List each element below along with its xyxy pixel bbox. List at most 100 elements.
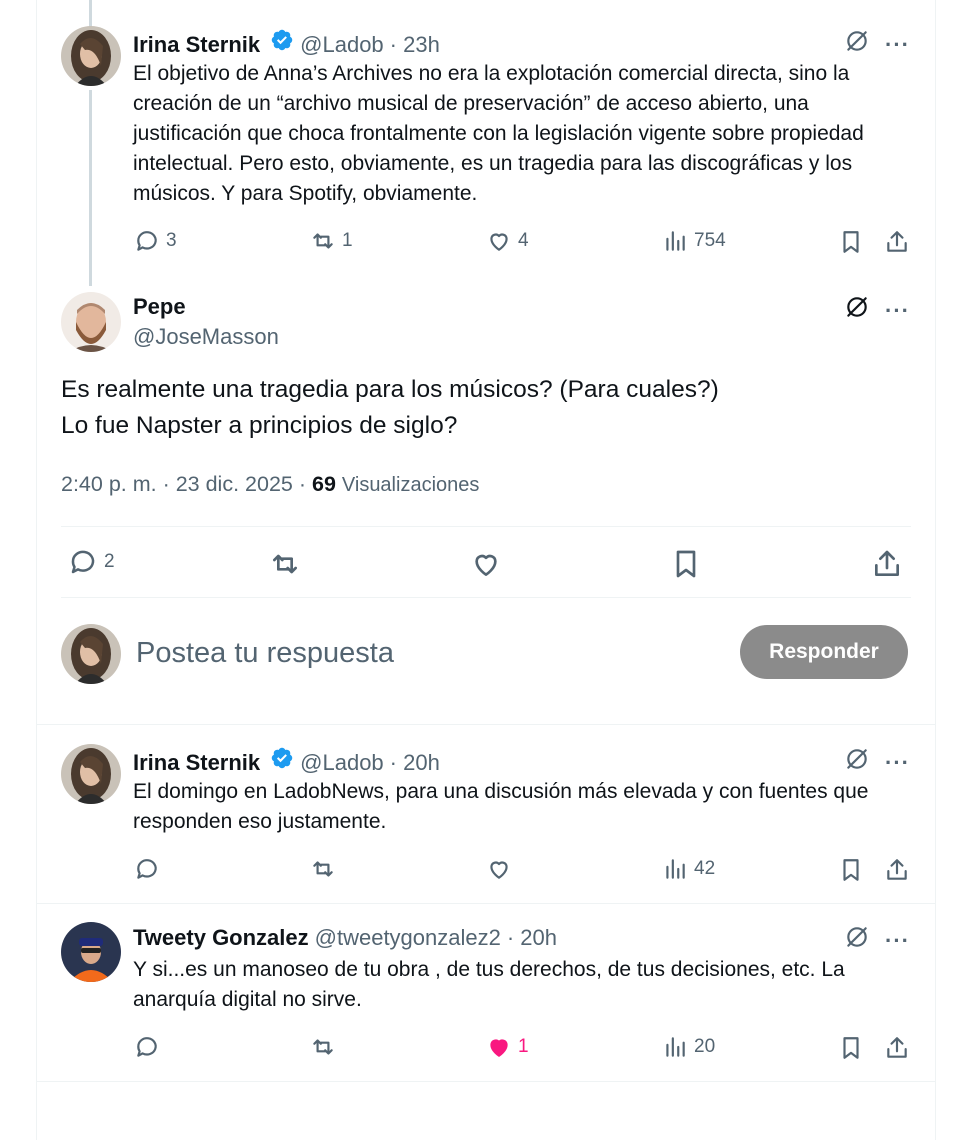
tweet-header: Irina Sternik @Ladob · 23h [133,28,440,58]
avatar[interactable] [61,292,121,352]
author-name[interactable]: Tweety Gonzalez [133,925,309,951]
reply-button[interactable] [134,856,166,882]
bookmark-icon [843,231,859,253]
tweet-time[interactable]: · 20h [390,750,440,776]
share-icon [887,1037,907,1058]
repost-icon [273,554,297,574]
thread-line [89,90,92,286]
more-options-icon[interactable]: ··· [885,34,910,56]
repost-button[interactable] [268,547,302,581]
divider [36,903,936,904]
bookmark-button[interactable] [837,1034,865,1062]
reply-icon [137,1037,157,1057]
like-count: 1 [518,1036,529,1057]
bookmark-button[interactable] [837,228,865,256]
like-button[interactable] [469,547,503,581]
reply-input[interactable] [136,630,716,676]
heart-icon [490,861,508,879]
like-button[interactable]: 1 [486,1034,529,1060]
views-icon [666,231,685,251]
views-count: 754 [694,230,726,251]
thread-line [89,0,92,28]
reply-button[interactable]: 3 [134,228,177,254]
bookmark-button[interactable] [669,547,703,581]
main-tweet-text: Es realmente una tragedia para los músic… [61,376,719,439]
views-total: 69 [311,472,336,496]
like-button[interactable] [486,856,518,882]
reply-count: 2 [104,551,115,572]
divider [61,597,911,598]
heart-icon [490,233,508,251]
repost-count: 1 [342,230,353,251]
bookmark-icon [843,1037,859,1059]
tweet-text: El domingo en LadobNews, para una discus… [133,780,869,833]
views-button[interactable]: 754 [662,228,726,254]
author-handle[interactable]: @Ladob [300,750,384,776]
avatar[interactable] [61,922,121,982]
reply-submit-button[interactable]: Responder [740,625,908,679]
grok-icon[interactable] [843,27,871,55]
tweet-time[interactable]: · 23h [390,32,440,58]
avatar[interactable] [61,744,121,804]
repost-button[interactable] [310,856,342,882]
views-count: 20 [694,1036,716,1057]
author-handle[interactable]: @Ladob [300,32,384,58]
share-icon [875,550,899,576]
like-button[interactable]: 4 [486,228,529,254]
tweet-text: El objetivo de Anna’s Archives no era la… [133,62,864,205]
divider [36,1081,936,1082]
reply-icon [137,859,157,879]
more-options-icon[interactable]: ··· [885,930,910,952]
heart-filled-icon [490,1039,508,1057]
reply-count: 3 [166,230,177,251]
reply-button[interactable]: 2 [68,547,115,577]
verified-badge-icon [271,747,293,769]
share-button[interactable] [883,228,911,256]
repost-button[interactable]: 1 [310,228,353,254]
views-icon [666,1037,685,1057]
reply-icon [71,550,95,574]
author-name[interactable]: Irina Sternik [133,32,260,58]
views-label: Visualizaciones [341,474,480,496]
share-icon [887,231,907,252]
verified-badge-icon [271,29,293,51]
repost-button[interactable] [310,1034,342,1060]
repost-icon [313,861,333,877]
like-count: 4 [518,230,529,251]
more-options-icon[interactable]: ··· [885,300,910,322]
bookmark-button[interactable] [837,856,865,884]
share-button[interactable] [870,547,904,581]
avatar[interactable] [61,26,121,86]
author-name[interactable]: Pepe [133,294,186,320]
grok-icon[interactable] [843,745,871,773]
tweet-header: Irina Sternik @Ladob · 20h [133,746,440,776]
views-button[interactable]: 42 [662,856,715,882]
divider [61,526,911,527]
reply-button[interactable] [134,1034,166,1060]
tweet-timestamp[interactable]: 2:40 p. m. · 23 dic. 2025 · [61,472,306,496]
author-handle[interactable]: @tweetygonzalez2 [315,925,501,951]
views-count: 42 [694,858,716,879]
tweet-time[interactable]: · 20h [507,925,557,951]
grok-icon[interactable] [843,293,871,321]
share-button[interactable] [883,1034,911,1062]
reply-icon [137,231,157,251]
main-tweet-name: Pepe [133,294,186,320]
repost-icon [313,1039,333,1055]
tweet-text: Y si...es un manoseo de tu obra , de tus… [133,958,845,1011]
author-handle[interactable]: @JoseMasson [133,324,279,350]
bookmark-icon [676,550,696,578]
more-options-icon[interactable]: ··· [885,752,910,774]
tweet-header: Tweety Gonzalez @tweetygonzalez2 · 20h [133,925,557,951]
views-icon [666,859,685,879]
bookmark-icon [843,859,859,881]
tweet-timestamp-line: 2:40 p. m. · 23 dic. 2025 · 69 Visualiza… [61,472,479,497]
divider [36,724,936,725]
author-name[interactable]: Irina Sternik [133,750,260,776]
share-icon [887,859,907,880]
current-user-avatar[interactable] [61,624,121,684]
share-button[interactable] [883,856,911,884]
repost-icon [313,233,333,249]
views-button[interactable]: 20 [662,1034,715,1060]
grok-icon[interactable] [843,923,871,951]
